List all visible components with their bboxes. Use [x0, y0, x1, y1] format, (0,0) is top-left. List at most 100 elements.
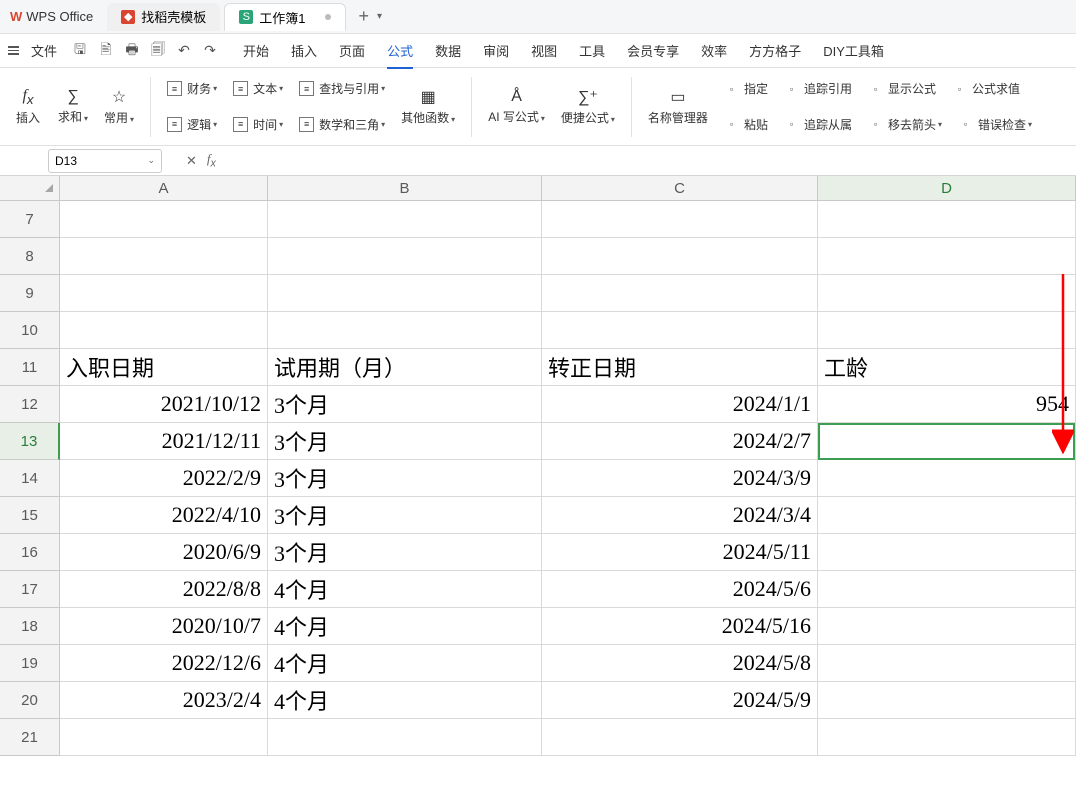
- row-header-12[interactable]: 12: [0, 386, 60, 423]
- quick-formula-button[interactable]: ∑⁺ 便捷公式▾: [555, 72, 621, 141]
- cell-C12[interactable]: 2024/1/1: [542, 386, 818, 423]
- cell-A17[interactable]: 2022/8/8: [60, 571, 268, 608]
- column-header-C[interactable]: C: [542, 176, 818, 200]
- formula-input[interactable]: [224, 149, 1068, 173]
- ribbon-公式求值[interactable]: ▫公式求值: [946, 77, 1026, 100]
- cell-D9[interactable]: [818, 275, 1076, 312]
- ribbon-时间[interactable]: ≡时间▾: [227, 113, 289, 136]
- cell-B12[interactable]: 3个月: [268, 386, 542, 423]
- cancel-formula-icon[interactable]: ✕: [186, 153, 197, 169]
- cell-D15[interactable]: [818, 497, 1076, 534]
- cell-A12[interactable]: 2021/10/12: [60, 386, 268, 423]
- ribbon-粘贴[interactable]: ▫粘贴: [718, 113, 774, 136]
- cell-B19[interactable]: 4个月: [268, 645, 542, 682]
- menu-tab-数据[interactable]: 数据: [435, 41, 461, 60]
- row-header-11[interactable]: 11: [0, 349, 60, 386]
- ribbon-财务[interactable]: ≡财务▾: [161, 77, 223, 100]
- row-header-8[interactable]: 8: [0, 238, 60, 275]
- cell-B17[interactable]: 4个月: [268, 571, 542, 608]
- cell-D16[interactable]: [818, 534, 1076, 571]
- cell-C13[interactable]: 2024/2/7: [542, 423, 818, 460]
- cell-B15[interactable]: 3个月: [268, 497, 542, 534]
- menu-tab-视图[interactable]: 视图: [531, 41, 557, 60]
- row-header-15[interactable]: 15: [0, 497, 60, 534]
- cell-A10[interactable]: [60, 312, 268, 349]
- select-all-corner[interactable]: [0, 176, 60, 200]
- other-functions-button[interactable]: ▦ 其他函数▾: [395, 72, 461, 141]
- row-header-9[interactable]: 9: [0, 275, 60, 312]
- menu-tab-DIY工具箱[interactable]: DIY工具箱: [823, 41, 884, 60]
- row-header-19[interactable]: 19: [0, 645, 60, 682]
- cell-D11[interactable]: 工龄: [818, 349, 1076, 386]
- common-functions-button[interactable]: ☆ 常用▾: [98, 72, 140, 141]
- cell-B20[interactable]: 4个月: [268, 682, 542, 719]
- cell-C9[interactable]: [542, 275, 818, 312]
- cell-C11[interactable]: 转正日期: [542, 349, 818, 386]
- cell-D13[interactable]: [818, 423, 1076, 460]
- cell-B18[interactable]: 4个月: [268, 608, 542, 645]
- cell-C20[interactable]: 2024/5/9: [542, 682, 818, 719]
- file-menu[interactable]: 文件: [31, 41, 57, 60]
- cell-A14[interactable]: 2022/2/9: [60, 460, 268, 497]
- cell-C21[interactable]: [542, 719, 818, 756]
- cell-D8[interactable]: [818, 238, 1076, 275]
- row-header-21[interactable]: 21: [0, 719, 60, 756]
- menu-tab-公式[interactable]: 公式: [387, 41, 413, 60]
- hamburger-menu-icon[interactable]: [8, 46, 19, 55]
- tab-workbook-1[interactable]: S 工作簿1: [224, 3, 346, 31]
- cell-C19[interactable]: 2024/5/8: [542, 645, 818, 682]
- cell-D17[interactable]: [818, 571, 1076, 608]
- column-header-D[interactable]: D: [818, 176, 1076, 200]
- cell-B11[interactable]: 试用期（月）: [268, 349, 542, 386]
- cell-D7[interactable]: [818, 201, 1076, 238]
- cell-D18[interactable]: [818, 608, 1076, 645]
- new-tab-button[interactable]: +: [358, 6, 369, 27]
- cell-A11[interactable]: 入职日期: [60, 349, 268, 386]
- ribbon-追踪从属[interactable]: ▫追踪从属: [778, 113, 858, 136]
- cell-C15[interactable]: 2024/3/4: [542, 497, 818, 534]
- ribbon-文本[interactable]: ≡文本▾: [227, 77, 289, 100]
- cell-A15[interactable]: 2022/4/10: [60, 497, 268, 534]
- cell-C7[interactable]: [542, 201, 818, 238]
- row-header-10[interactable]: 10: [0, 312, 60, 349]
- save-icon[interactable]: 🖫: [73, 44, 87, 58]
- ribbon-移去箭头[interactable]: ▫移去箭头▾: [862, 113, 948, 136]
- cell-A19[interactable]: 2022/12/6: [60, 645, 268, 682]
- row-header-18[interactable]: 18: [0, 608, 60, 645]
- row-header-17[interactable]: 17: [0, 571, 60, 608]
- export-icon[interactable]: 🖹: [99, 44, 113, 58]
- cell-reference-box[interactable]: D13 ⌄: [48, 149, 162, 173]
- cell-C8[interactable]: [542, 238, 818, 275]
- cell-B9[interactable]: [268, 275, 542, 312]
- cell-C16[interactable]: 2024/5/11: [542, 534, 818, 571]
- tabs-dropdown-icon[interactable]: ▾: [377, 11, 382, 22]
- menu-tab-工具[interactable]: 工具: [579, 41, 605, 60]
- cell-C10[interactable]: [542, 312, 818, 349]
- print-preview-icon[interactable]: 🗐: [151, 44, 165, 58]
- ribbon-显示公式[interactable]: ▫显示公式: [862, 77, 942, 100]
- row-header-13[interactable]: 13: [0, 423, 60, 460]
- name-manager-button[interactable]: ▭ 名称管理器: [642, 72, 714, 141]
- cell-B14[interactable]: 3个月: [268, 460, 542, 497]
- cell-A8[interactable]: [60, 238, 268, 275]
- menu-tab-会员专享[interactable]: 会员专享: [627, 41, 679, 60]
- cell-B8[interactable]: [268, 238, 542, 275]
- autosum-button[interactable]: ∑ 求和▾: [52, 72, 94, 141]
- row-header-16[interactable]: 16: [0, 534, 60, 571]
- cell-A13[interactable]: 2021/12/11: [60, 423, 268, 460]
- menu-tab-审阅[interactable]: 审阅: [483, 41, 509, 60]
- cell-B13[interactable]: 3个月: [268, 423, 542, 460]
- menu-tab-效率[interactable]: 效率: [701, 41, 727, 60]
- row-header-20[interactable]: 20: [0, 682, 60, 719]
- cell-D10[interactable]: [818, 312, 1076, 349]
- column-header-B[interactable]: B: [268, 176, 542, 200]
- ribbon-追踪引用[interactable]: ▫追踪引用: [778, 77, 858, 100]
- cell-A20[interactable]: 2023/2/4: [60, 682, 268, 719]
- column-header-A[interactable]: A: [60, 176, 268, 200]
- cell-A9[interactable]: [60, 275, 268, 312]
- cell-D21[interactable]: [818, 719, 1076, 756]
- cell-C17[interactable]: 2024/5/6: [542, 571, 818, 608]
- insert-function-button[interactable]: fx 插入: [8, 72, 48, 141]
- ai-formula-button[interactable]: Å AI 写公式▾: [482, 72, 551, 141]
- cell-C14[interactable]: 2024/3/9: [542, 460, 818, 497]
